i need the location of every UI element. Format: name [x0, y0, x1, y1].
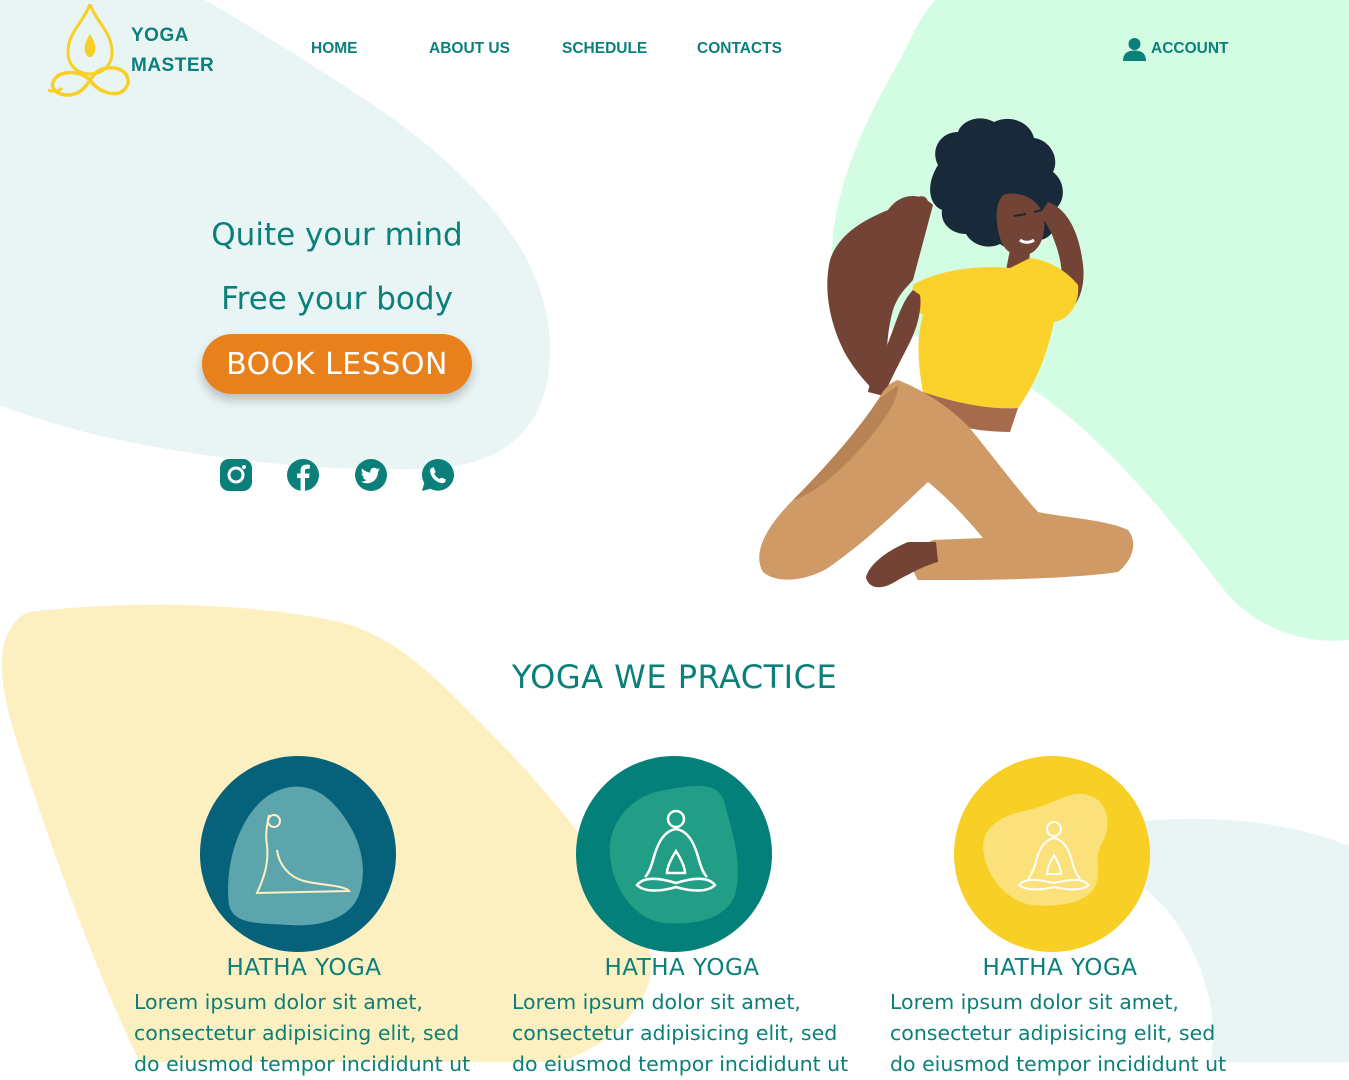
nav-item-contacts[interactable]: CONTACTS — [697, 40, 782, 58]
facebook-icon[interactable] — [286, 458, 320, 492]
logo-lotus-icon — [48, 4, 130, 97]
lotus-pose-icon — [954, 756, 1150, 952]
nav-item-schedule[interactable]: SCHEDULE — [562, 40, 647, 58]
book-lesson-button[interactable]: BOOK LESSON — [202, 334, 472, 394]
yoga-card-title: HATHA YOGA — [604, 955, 760, 981]
hero-headline-1: Quite your mind — [211, 217, 463, 253]
lotus-pose-icon — [576, 756, 772, 952]
yoga-woman-illustration — [759, 118, 1134, 588]
yoga-card-text: Lorem ipsum dolor sit amet, consectetur … — [890, 990, 1227, 1076]
hero-headline-2: Free your body — [221, 281, 453, 317]
yoga-card-text: Lorem ipsum dolor sit amet, consectetur … — [134, 990, 471, 1076]
whatsapp-icon[interactable] — [421, 458, 455, 492]
brand-name: YOGA MASTER — [131, 21, 214, 81]
cobra-pose-icon — [200, 756, 396, 952]
brand-line-1: YOGA — [131, 25, 189, 46]
nav-item-about-us[interactable]: ABOUT US — [429, 40, 510, 58]
yoga-card-title: HATHA YOGA — [982, 955, 1138, 981]
account-label: ACCOUNT — [1151, 40, 1229, 57]
twitter-icon[interactable] — [354, 458, 388, 492]
section-title: YOGA WE PRACTICE — [511, 658, 838, 696]
brand-line-2: MASTER — [131, 55, 215, 76]
user-icon — [1123, 38, 1146, 61]
logo[interactable]: YOGA MASTER — [48, 4, 238, 100]
yoga-card-title: HATHA YOGA — [226, 955, 382, 981]
nav-item-home[interactable]: HOME — [311, 40, 358, 58]
instagram-icon[interactable] — [219, 458, 253, 492]
account-link[interactable]: ACCOUNT — [1123, 37, 1229, 61]
yoga-card-text: Lorem ipsum dolor sit amet, consectetur … — [512, 990, 849, 1076]
